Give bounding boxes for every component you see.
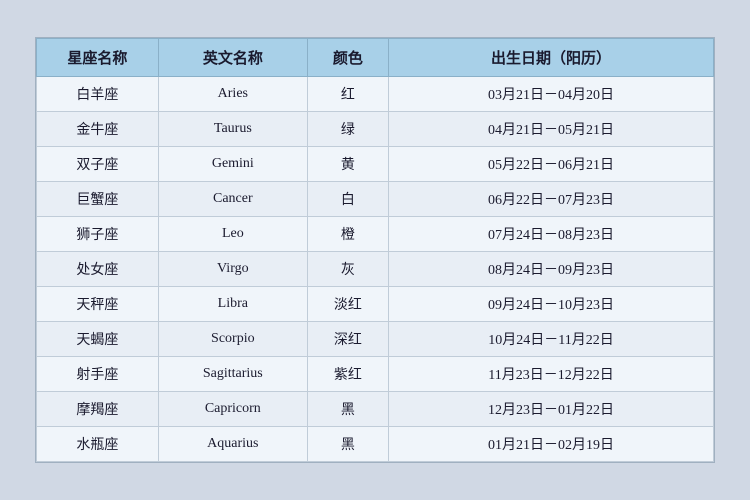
cell-date: 03月21日－04月20日	[389, 77, 714, 112]
cell-chinese: 处女座	[37, 252, 159, 287]
cell-color: 灰	[307, 252, 388, 287]
cell-english: Leo	[158, 217, 307, 252]
cell-color: 紫红	[307, 357, 388, 392]
cell-color: 黄	[307, 147, 388, 182]
cell-date: 12月23日－01月22日	[389, 392, 714, 427]
table-row: 狮子座Leo橙07月24日－08月23日	[37, 217, 714, 252]
cell-date: 04月21日－05月21日	[389, 112, 714, 147]
zodiac-table-container: 星座名称 英文名称 颜色 出生日期（阳历） 白羊座Aries红03月21日－04…	[35, 37, 715, 463]
cell-english: Libra	[158, 287, 307, 322]
cell-chinese: 狮子座	[37, 217, 159, 252]
table-body: 白羊座Aries红03月21日－04月20日金牛座Taurus绿04月21日－0…	[37, 77, 714, 462]
cell-english: Scorpio	[158, 322, 307, 357]
cell-color: 黑	[307, 392, 388, 427]
cell-chinese: 金牛座	[37, 112, 159, 147]
header-chinese: 星座名称	[37, 39, 159, 77]
cell-date: 01月21日－02月19日	[389, 427, 714, 462]
table-row: 处女座Virgo灰08月24日－09月23日	[37, 252, 714, 287]
table-row: 射手座Sagittarius紫红11月23日－12月22日	[37, 357, 714, 392]
cell-chinese: 天秤座	[37, 287, 159, 322]
cell-english: Virgo	[158, 252, 307, 287]
cell-date: 10月24日－11月22日	[389, 322, 714, 357]
cell-chinese: 水瓶座	[37, 427, 159, 462]
cell-color: 红	[307, 77, 388, 112]
cell-chinese: 摩羯座	[37, 392, 159, 427]
cell-english: Aries	[158, 77, 307, 112]
cell-date: 11月23日－12月22日	[389, 357, 714, 392]
table-row: 金牛座Taurus绿04月21日－05月21日	[37, 112, 714, 147]
cell-chinese: 白羊座	[37, 77, 159, 112]
table-row: 水瓶座Aquarius黑01月21日－02月19日	[37, 427, 714, 462]
cell-english: Taurus	[158, 112, 307, 147]
header-english: 英文名称	[158, 39, 307, 77]
cell-english: Sagittarius	[158, 357, 307, 392]
header-date: 出生日期（阳历）	[389, 39, 714, 77]
zodiac-table: 星座名称 英文名称 颜色 出生日期（阳历） 白羊座Aries红03月21日－04…	[36, 38, 714, 462]
cell-color: 绿	[307, 112, 388, 147]
cell-english: Gemini	[158, 147, 307, 182]
table-row: 天秤座Libra淡红09月24日－10月23日	[37, 287, 714, 322]
cell-color: 白	[307, 182, 388, 217]
cell-english: Aquarius	[158, 427, 307, 462]
table-row: 天蝎座Scorpio深红10月24日－11月22日	[37, 322, 714, 357]
table-row: 白羊座Aries红03月21日－04月20日	[37, 77, 714, 112]
cell-chinese: 射手座	[37, 357, 159, 392]
cell-date: 07月24日－08月23日	[389, 217, 714, 252]
cell-color: 橙	[307, 217, 388, 252]
cell-color: 深红	[307, 322, 388, 357]
cell-chinese: 巨蟹座	[37, 182, 159, 217]
cell-english: Cancer	[158, 182, 307, 217]
cell-color: 黑	[307, 427, 388, 462]
table-header-row: 星座名称 英文名称 颜色 出生日期（阳历）	[37, 39, 714, 77]
cell-english: Capricorn	[158, 392, 307, 427]
cell-date: 06月22日－07月23日	[389, 182, 714, 217]
table-row: 巨蟹座Cancer白06月22日－07月23日	[37, 182, 714, 217]
cell-color: 淡红	[307, 287, 388, 322]
header-color: 颜色	[307, 39, 388, 77]
table-row: 双子座Gemini黄05月22日－06月21日	[37, 147, 714, 182]
cell-chinese: 双子座	[37, 147, 159, 182]
cell-chinese: 天蝎座	[37, 322, 159, 357]
cell-date: 09月24日－10月23日	[389, 287, 714, 322]
cell-date: 08月24日－09月23日	[389, 252, 714, 287]
table-row: 摩羯座Capricorn黑12月23日－01月22日	[37, 392, 714, 427]
cell-date: 05月22日－06月21日	[389, 147, 714, 182]
